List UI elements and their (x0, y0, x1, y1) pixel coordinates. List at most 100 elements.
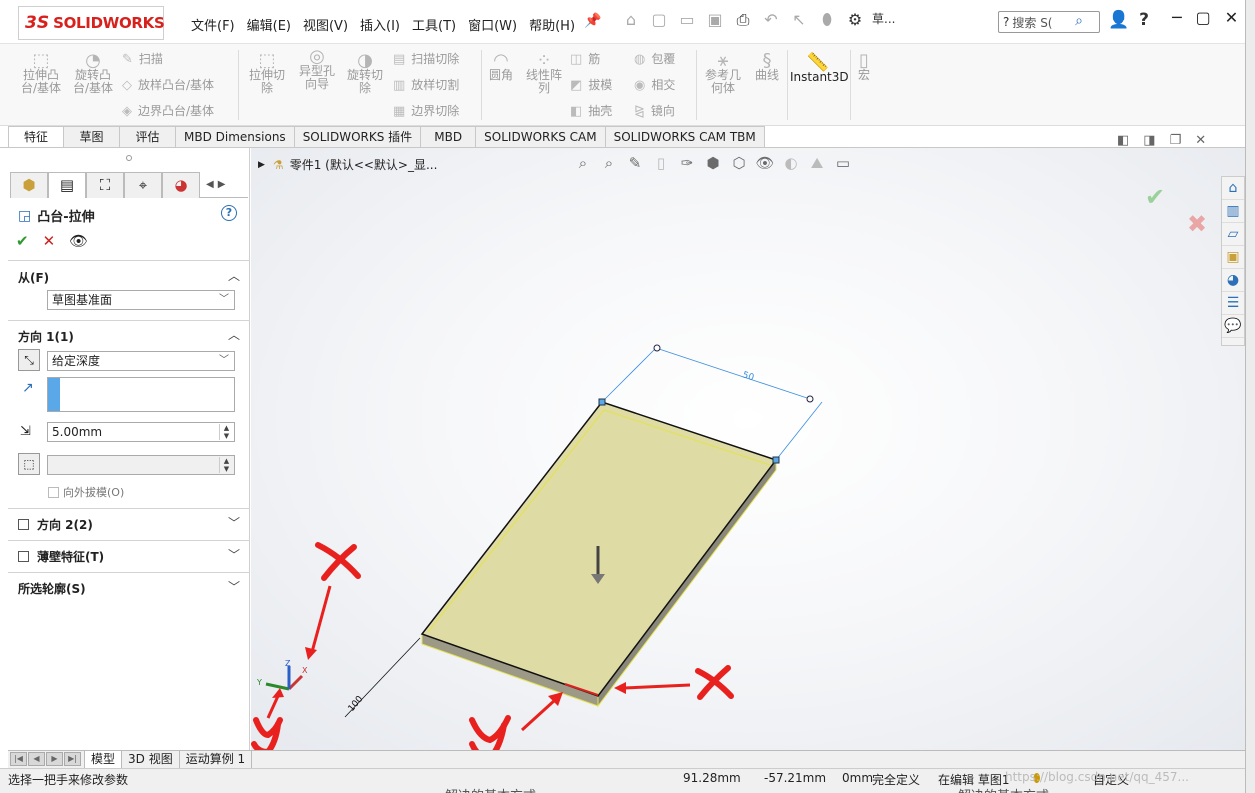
ok-button[interactable]: ✔ (16, 232, 29, 250)
divider (8, 508, 250, 509)
dynamic-annotation-icon[interactable]: ✑ (676, 154, 698, 172)
view-orientation-icon[interactable]: ⬢ (702, 154, 724, 172)
depth-spinner[interactable]: ▲ ▼ (219, 424, 233, 440)
section-view-icon[interactable]: ▯ (650, 154, 672, 172)
dim-50-extension-a (601, 347, 657, 403)
design-library-icon[interactable]: ▥ (1222, 200, 1244, 223)
reverse-direction-icon[interactable]: ⤡ (18, 349, 40, 371)
expand-chevron-icon[interactable]: ﹀ (228, 546, 240, 563)
zoom-to-area-icon[interactable]: ⌕ (598, 154, 620, 172)
view-palette-icon[interactable]: ▣ (1222, 246, 1244, 269)
restore-icon[interactable]: ❐ (1170, 133, 1182, 148)
collapse-chevron-icon[interactable]: ︿ (228, 267, 240, 284)
x-coordinate: 91.28mm (683, 771, 741, 785)
appearances-icon[interactable]: ◕ (1222, 269, 1244, 292)
triad-z-label: Z (285, 659, 291, 668)
confirmation-cancel-icon[interactable]: ✖ (1187, 210, 1207, 238)
feature-manager-tab-icon[interactable]: ⬢ (10, 172, 48, 198)
dim-handle[interactable] (653, 344, 661, 352)
collapse-left-icon[interactable]: ◧ (1117, 133, 1129, 148)
corner-handle[interactable] (598, 398, 606, 406)
definition-status: 完全定义 (872, 773, 921, 787)
custom-properties-icon[interactable]: ☰ (1222, 292, 1244, 315)
triad-y-label: Y (256, 678, 262, 687)
confirmation-ok-icon[interactable]: ✔ (1145, 183, 1165, 211)
depth-icon: ⇲ (20, 424, 31, 439)
draft-spinner: ▲ ▼ (219, 457, 233, 473)
checkbox (48, 486, 59, 498)
from-select[interactable]: 草图基准面 ﹀ (47, 290, 235, 310)
preview-eye-icon[interactable]: 👁 (69, 232, 88, 250)
direction2-label: 方向 2(2) (37, 518, 93, 532)
tab-model[interactable]: 模型 (84, 750, 123, 769)
close-document-icon[interactable]: ✕ (1195, 133, 1206, 148)
draft-on-off-icon[interactable]: ⬚ (18, 453, 40, 475)
forum-icon[interactable]: 💬 (1222, 315, 1244, 338)
draft-outward-checkbox: 向外拔模(O) (48, 484, 124, 500)
feature-tree-flyout[interactable]: ▶ ⚗ 零件1 (默认<<默认>_显... (258, 156, 437, 173)
annotation-arrow-right (623, 683, 691, 690)
collapse-chevron-icon[interactable]: ︿ (228, 326, 240, 343)
tab-motion-study[interactable]: 运动算例 1 (180, 750, 253, 769)
expand-chevron-icon[interactable]: ﹀ (228, 514, 240, 531)
dim-handle[interactable] (806, 395, 814, 403)
last-tab-icon[interactable]: ▶| (64, 751, 81, 766)
direction1-label: 方向 1(1) (18, 330, 74, 344)
annotation-arrowhead (614, 682, 626, 694)
chevron-down-icon: ﹀ (219, 355, 229, 366)
help-icon[interactable]: ? (221, 205, 237, 221)
depth-input[interactable]: 5.00mm ▲ ▼ (47, 422, 235, 442)
part-icon: ⚗ (272, 157, 284, 172)
direction2-section-header[interactable]: 方向 2(2) (18, 516, 93, 533)
collapse-right-icon[interactable]: ◨ (1143, 133, 1155, 148)
triad-x-label: X (302, 666, 308, 675)
property-manager-tab-icon[interactable]: ▤ (48, 172, 86, 198)
configuration-manager-tab-icon[interactable]: ⛶ (86, 172, 124, 198)
hide-show-icon[interactable]: 👁 (754, 154, 776, 172)
view-settings-icon[interactable]: ▭ (832, 154, 854, 172)
direction-of-extrusion-list[interactable] (47, 377, 235, 412)
background-text: 解决的基本方式: (445, 785, 540, 793)
tab-3d-view[interactable]: 3D 视图 (122, 750, 180, 769)
dim-100-text[interactable]: 100 (347, 694, 366, 714)
previous-view-icon[interactable]: ✎ (624, 154, 646, 172)
triad-y-axis (265, 682, 290, 691)
viewport-window-controls: ◧ ◨ ❐ ✕ (1117, 133, 1206, 148)
background-text: 解决的基本方式: (958, 785, 1053, 793)
dim-50-text[interactable]: 50 (741, 370, 755, 383)
panel-grip[interactable] (126, 155, 132, 161)
prev-tab-icon[interactable]: ◀ (28, 751, 45, 766)
annotation-arrowhead (272, 688, 284, 698)
end-condition-select[interactable]: 给定深度 ﹀ (47, 351, 235, 371)
solidworks-resources-icon[interactable]: ⌂ (1222, 177, 1244, 200)
display-manager-tab-icon[interactable]: ◕ (162, 172, 200, 198)
thin-feature-label: 薄壁特征(T) (37, 550, 105, 564)
apply-scene-icon[interactable]: ⛰ (806, 154, 828, 172)
depth-value: 5.00mm (52, 425, 103, 439)
selected-contours-section-header[interactable]: 所选轮廓(S) (18, 580, 86, 597)
direction2-checkbox[interactable] (18, 519, 29, 530)
display-style-icon[interactable]: ⬡ (728, 154, 750, 172)
annotation-arrow-left (266, 695, 280, 719)
edit-appearance-icon[interactable]: ◐ (780, 154, 802, 172)
expand-triangle-icon[interactable]: ▶ (258, 160, 265, 170)
expand-chevron-icon[interactable]: ﹀ (228, 578, 240, 595)
scroll-left-icon[interactable]: ◀ (206, 179, 214, 190)
corner-handle[interactable] (772, 456, 780, 464)
direction1-section-header[interactable]: 方向 1(1) (18, 328, 74, 345)
annotation-y-left (251, 717, 283, 756)
scroll-right-icon[interactable]: ▶ (218, 179, 226, 190)
from-section-header[interactable]: 从(F) (18, 269, 49, 286)
first-tab-icon[interactable]: |◀ (10, 751, 27, 766)
zoom-to-fit-icon[interactable]: ⌕ (572, 154, 594, 172)
thin-feature-section-header[interactable]: 薄壁特征(T) (18, 548, 104, 565)
divider (8, 260, 250, 261)
next-tab-icon[interactable]: ▶ (46, 751, 63, 766)
model-tabs-bar: |◀ ◀ ▶ ▶| 模型 3D 视图 运动算例 1 (8, 750, 1245, 769)
dimxpert-tab-icon[interactable]: ⌖ (124, 172, 162, 198)
cancel-button[interactable]: ✕ (43, 232, 56, 250)
thin-feature-checkbox[interactable] (18, 551, 29, 562)
annotation-x-right (695, 665, 734, 700)
file-explorer-icon[interactable]: ▱ (1222, 223, 1244, 246)
watermark: https://blog.csdn.net/qq_457... (1005, 770, 1189, 784)
